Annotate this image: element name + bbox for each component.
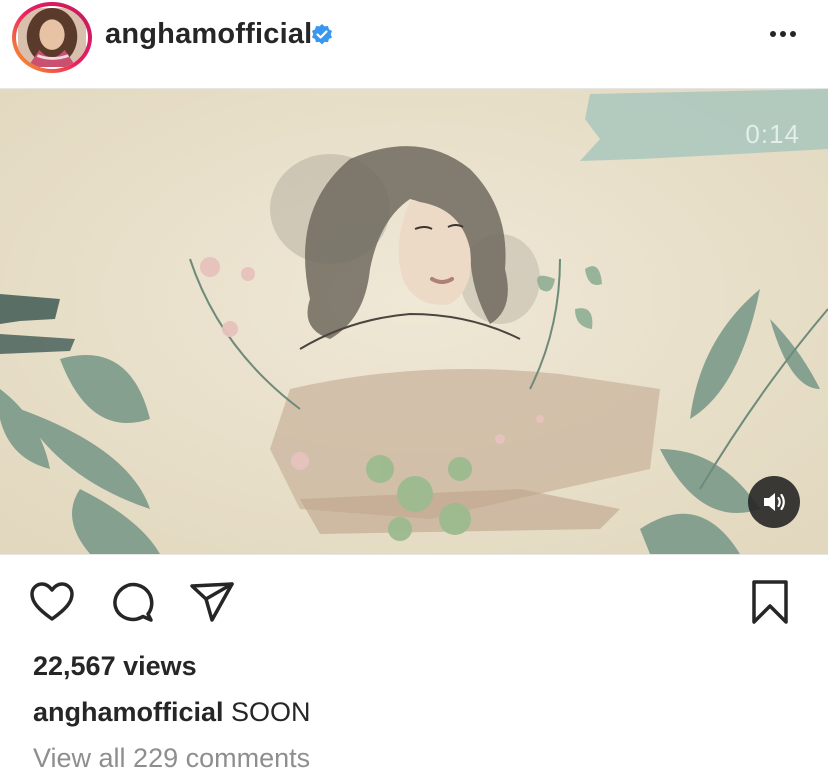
post-header: anghamofficial — [0, 0, 828, 88]
post-video[interactable]: 0:14 — [0, 88, 828, 555]
paper-plane-icon[interactable] — [188, 578, 236, 626]
more-horizontal-icon[interactable] — [765, 24, 801, 44]
verified-badge-icon — [312, 24, 332, 45]
speaker-on-icon — [764, 493, 785, 511]
caption-text: SOON — [231, 697, 311, 727]
comment-bubble-icon[interactable] — [108, 578, 156, 626]
heart-icon[interactable] — [28, 578, 76, 626]
video-timer: 0:14 — [745, 119, 800, 149]
post-username[interactable]: anghamofficial — [105, 18, 312, 51]
bookmark-icon[interactable] — [746, 578, 794, 626]
video-frame-artwork — [0, 89, 828, 554]
view-count[interactable]: 22,567 views — [33, 651, 197, 682]
post-caption: anghamofficial SOON — [33, 697, 311, 728]
avatar-image — [16, 6, 88, 69]
view-all-comments-link[interactable]: View all 229 comments — [33, 743, 310, 774]
post-actions — [0, 570, 828, 630]
caption-username[interactable]: anghamofficial — [33, 697, 224, 727]
sound-toggle-button[interactable] — [748, 476, 800, 528]
avatar[interactable] — [12, 2, 92, 73]
